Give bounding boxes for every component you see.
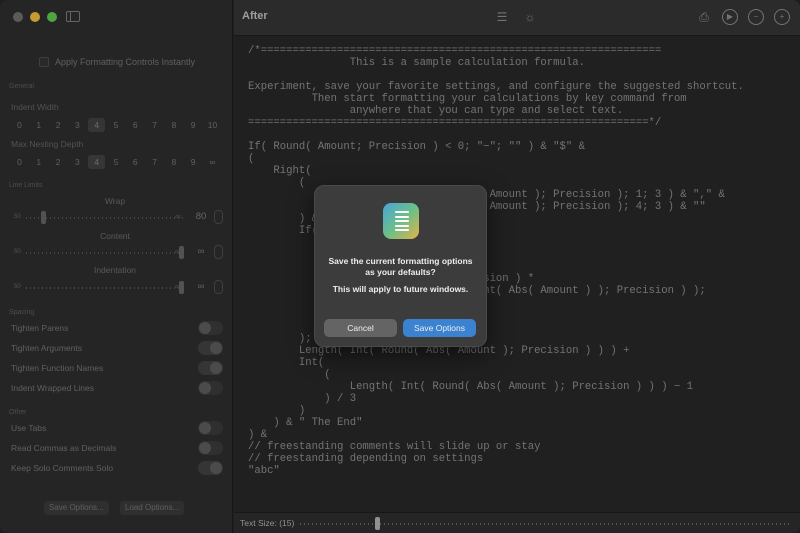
- dialog-info: This will apply to future windows.: [332, 284, 469, 294]
- dialog-message: Save the current formatting options as y…: [328, 256, 473, 277]
- save-defaults-dialog: Save the current formatting options as y…: [314, 185, 487, 347]
- app-icon: [383, 203, 419, 239]
- app-window: Apply Formatting Controls Instantly Gene…: [0, 0, 800, 533]
- cancel-button[interactable]: Cancel: [324, 319, 397, 337]
- save-options-confirm-button[interactable]: Save Options: [403, 319, 476, 337]
